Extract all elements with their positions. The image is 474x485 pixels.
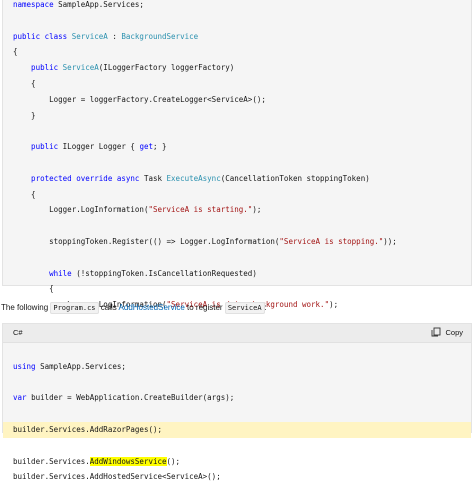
highlighted-token: AddWindowsService [89,456,167,466]
code-token: : [107,31,122,41]
code-token: (!stoppingToken.IsCancellationRequested) [76,268,257,278]
code-token: { [13,47,18,57]
code-token: get [139,142,153,152]
code-token: builder.Services.AddRazorPages(); [13,424,163,434]
code-line: protected override async Task ExecuteAsy… [13,171,465,187]
inline-code-program: Program.cs [50,302,99,314]
code-line: builder.Services.AddHostedService<Servic… [13,469,465,485]
code-line: stoppingToken.Register(() => Logger.LogI… [13,234,465,250]
code-line: } [13,108,465,124]
code-token: public class [13,31,72,41]
code-line: public ILogger Logger { get; } [13,139,465,155]
code-token: using [13,361,41,371]
code-token: while [13,268,77,278]
code-line: builder.Services.AddWindowsService(); [13,454,465,470]
inline-code-servicea: ServiceA [224,302,265,314]
code-token: builder = WebApplication.CreateBuilder(a… [31,393,235,403]
code-token: stoppingToken.Register(() => Logger.LogI… [13,236,280,246]
code-token: protected override async [13,173,144,183]
code-token: ExecuteAsync [166,173,221,183]
code-line: { [13,281,465,297]
code-token: { [13,284,54,294]
code-token: (); [166,456,181,466]
code-header: C# Copy [3,324,471,343]
code-line: Logger.LogInformation("ServiceA is start… [13,202,465,218]
code-line: using SampleApp.Services; [13,359,465,375]
code-token: "ServiceA is starting." [148,205,253,215]
code-token: namespace [13,0,59,9]
code-token: (ILoggerFactory loggerFactory) [98,63,235,73]
service-code-block: namespace SampleApp.Services; public clas… [2,0,472,420]
code-token: ); [252,205,262,215]
code-token: ILogger Logger { [62,142,140,152]
copy-label: Copy [445,327,463,337]
intro-text: The following [1,303,51,312]
intro-text: : [264,303,267,312]
code-line: { [13,44,465,60]
code-token: Task [143,173,167,183]
code-token: ServiceA [62,63,99,73]
code-token: builder.Services.AddHostedService<Servic… [13,472,221,482]
code-token: ; } [152,142,167,152]
copy-icon [431,327,441,337]
code-token: public [13,142,63,152]
code-token: public [13,63,63,73]
language-label: C# [13,328,23,337]
copy-button[interactable]: Copy [431,327,463,337]
code-token: SampleApp.Services; [58,0,144,9]
code-token: { [13,189,36,199]
program-code-block: C# Copy using SampleApp.Services; var bui… [2,323,472,481]
code-line: Logger = loggerFactory.CreateLogger<Serv… [13,92,465,108]
intro-text: to register [184,303,225,312]
code-line: public ServiceA(ILoggerFactory loggerFac… [13,60,465,76]
code-token: (CancellationToken stoppingToken) [220,173,370,183]
code-token: "ServiceA is stopping." [279,236,384,246]
intro-text: calls [98,303,119,312]
code-line: { [13,76,465,92]
code-token: Logger = loggerFactory.CreateLogger<Serv… [13,94,266,104]
code-token: )); [383,236,397,246]
code-line: while (!stoppingToken.IsCancellationRequ… [13,266,465,282]
code-line: var builder = WebApplication.CreateBuild… [13,390,465,406]
code-line: namespace SampleApp.Services; [13,0,465,13]
code-token: ); [329,300,339,310]
code-lines: using SampleApp.Services; var builder = W… [3,343,471,485]
code-token: { [13,78,36,88]
code-line: builder.Services.AddRazorPages(); [3,421,471,438]
code-token: } [13,110,36,120]
code-token: var [13,393,32,403]
code-line: public class ServiceA : BackgroundServic… [13,29,465,45]
code-token: Logger.LogInformation( [13,205,149,215]
code-token: builder.Services. [13,456,90,466]
code-token: SampleApp.Services; [40,361,126,371]
code-line: { [13,187,465,203]
add-hosted-service-link[interactable]: AddHostedService [119,303,185,312]
code-token: BackgroundService [121,31,199,41]
code-token: ServiceA [71,31,108,41]
intro-paragraph: The following Program.cs calls AddHosted… [1,299,267,317]
